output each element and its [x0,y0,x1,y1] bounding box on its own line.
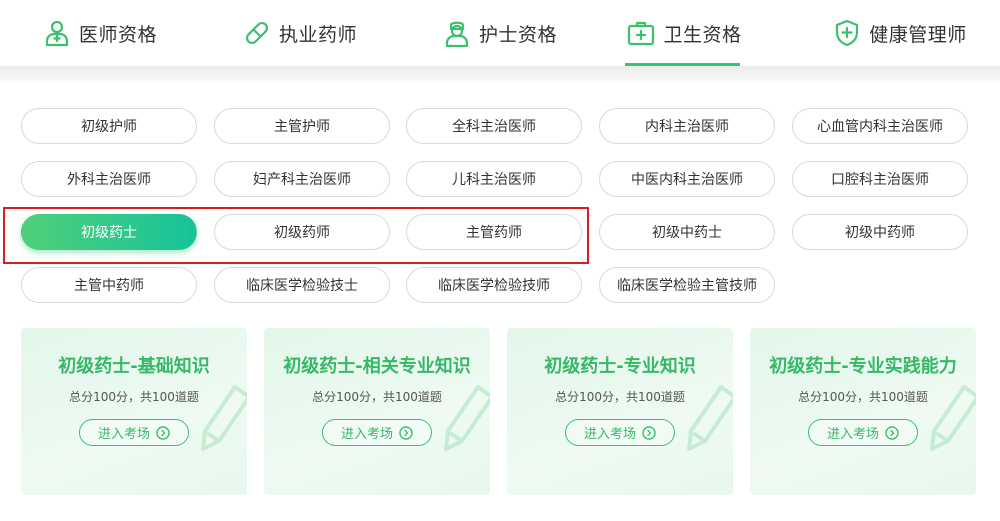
shield-plus-icon [836,19,859,47]
tab-health-qualification[interactable]: 卫生资格 [600,0,800,66]
category-pill-selected[interactable]: 初级药士 [21,214,197,250]
category-pill[interactable]: 初级中药士 [599,214,775,250]
category-pill[interactable]: 中医内科主治医师 [599,161,775,197]
exam-card: 初级药士-专业实践能力 总分100分，共100道题 进入考场 [750,328,976,495]
tab-doctor[interactable]: 医师资格 [0,0,200,66]
category-pill[interactable]: 临床医学检验主管技师 [599,267,775,303]
tab-nurse[interactable]: 护士资格 [400,0,600,66]
tab-label: 健康管理师 [869,23,967,46]
pill-capsule-icon [245,21,269,45]
pencil-icon [930,385,976,451]
exam-title: 初级药士-专业知识 [544,356,696,377]
category-pill[interactable]: 主管药师 [406,214,582,250]
category-pill[interactable]: 临床医学检验技士 [214,267,390,303]
enter-exam-button[interactable]: 进入考场 [565,419,675,446]
enter-exam-label: 进入考场 [97,427,150,442]
enter-exam-button[interactable]: 进入考场 [322,419,432,446]
category-pill[interactable]: 主管护师 [214,108,390,144]
enter-exam-label: 进入考场 [340,427,393,442]
enter-exam-label: 进入考场 [826,427,879,442]
exam-title: 初级药士-相关专业知识 [283,356,471,377]
tab-label: 执业药师 [278,23,357,46]
pencil-icon [201,385,247,451]
divider-band [0,66,1000,82]
exam-card: 初级药士-相关专业知识 总分100分，共100道题 进入考场 [264,328,490,495]
exam-title: 初级药士-基础知识 [58,356,210,377]
category-pill[interactable]: 全科主治医师 [406,108,582,144]
category-pill[interactable]: 妇产科主治医师 [214,161,390,197]
enter-exam-button[interactable]: 进入考场 [79,419,189,446]
pencil-icon [687,385,733,451]
nurse-icon [445,21,469,47]
doctor-icon [45,20,69,47]
category-pill[interactable]: 外科主治医师 [21,161,197,197]
exam-card: 初级药士-基础知识 总分100分，共100道题 进入考场 [21,328,247,495]
tab-label: 医师资格 [78,23,157,46]
arrow-right-circle-icon [885,425,899,440]
category-pill[interactable]: 临床医学检验技师 [406,267,582,303]
arrow-right-circle-icon [642,425,656,440]
enter-exam-button[interactable]: 进入考场 [808,419,918,446]
arrow-right-circle-icon [399,425,413,440]
qualification-tabs: 医师资格 执业药师 护士资格 卫生资格 健康管理师 [0,0,1000,66]
arrow-right-circle-icon [156,425,170,440]
tab-pharmacist[interactable]: 执业药师 [200,0,400,66]
category-pill[interactable]: 内科主治医师 [599,108,775,144]
category-pill[interactable]: 口腔科主治医师 [792,161,968,197]
category-pill[interactable]: 心血管内科主治医师 [792,108,968,144]
category-pill[interactable]: 主管中药师 [21,267,197,303]
exam-title: 初级药士-专业实践能力 [769,356,957,377]
tab-label: 护士资格 [478,23,557,46]
category-pill[interactable]: 初级中药师 [792,214,968,250]
category-pill[interactable]: 儿科主治医师 [406,161,582,197]
pencil-icon [444,385,490,451]
category-pill[interactable]: 初级药师 [214,214,390,250]
exam-card: 初级药士-专业知识 总分100分，共100道题 进入考场 [507,328,733,495]
tab-label: 卫生资格 [663,23,742,46]
category-pill[interactable]: 初级护师 [21,108,197,144]
medical-kit-icon [628,21,655,46]
enter-exam-label: 进入考场 [583,427,636,442]
tab-health-manager[interactable]: 健康管理师 [800,0,1000,66]
